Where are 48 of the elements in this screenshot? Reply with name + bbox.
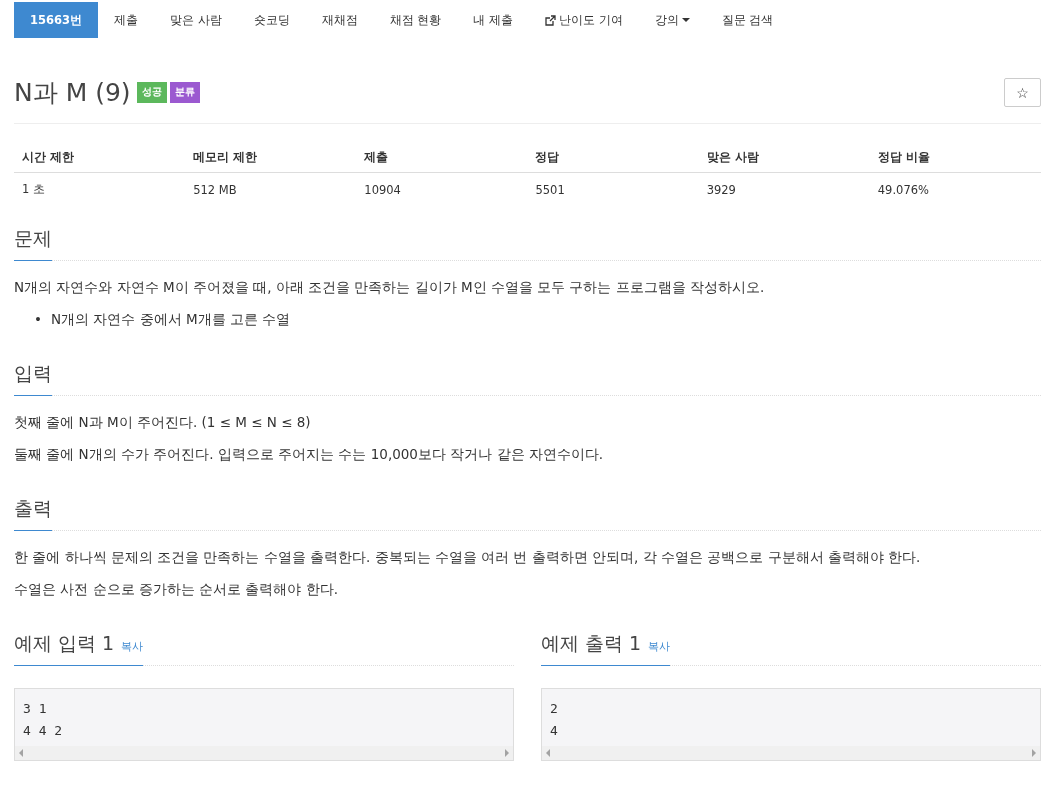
code-line: 2 <box>549 700 559 719</box>
table-cell: 5501 <box>527 172 699 206</box>
column-header: 메모리 제한 <box>185 143 357 173</box>
nav-tab[interactable]: 난이도 기여 <box>529 2 639 38</box>
code-line: 4 4 2 <box>22 722 64 741</box>
code-line: 4 <box>549 722 559 741</box>
horizontal-scrollbar[interactable] <box>15 746 513 761</box>
column-header: 제출 <box>356 143 528 173</box>
paragraph: 둘째 줄에 N개의 수가 주어진다. 입력으로 주어지는 수는 10,000보다 작거나 같은 자연수이다. <box>14 444 605 464</box>
star-button[interactable]: ☆ <box>1004 78 1041 107</box>
horizontal-scrollbar[interactable] <box>542 746 1040 761</box>
nav-tab[interactable]: 채점 현황 <box>373 2 458 38</box>
paragraph: 한 줄에 하나씩 문제의 조건을 만족하는 수열을 출력한다. 중복되는 수열을 여러 번 출력하면 안되며, 각 수열은 공백으로 구분해서 출력해야 한다. <box>14 548 922 568</box>
sample-title: 예제 출력 1 <box>541 631 642 657</box>
external-link-icon <box>545 14 556 26</box>
problem-title: N과 M (9) <box>14 77 131 109</box>
column-header: 맞은 사람 <box>698 143 870 173</box>
section-heading: 출력 <box>14 490 52 532</box>
section-heading: 입력 <box>14 355 52 397</box>
section-heading: 문제 <box>14 220 52 261</box>
nav-tab[interactable]: 제출 <box>98 2 154 38</box>
status-badge: 분류 <box>169 82 200 103</box>
nav-tab[interactable]: 강의 <box>638 2 706 38</box>
copy-link[interactable]: 복사 <box>648 639 671 655</box>
table-cell: 3929 <box>698 172 870 206</box>
column-header: 시간 제한 <box>14 143 186 173</box>
nav-tab[interactable]: 질문 검색 <box>705 2 790 38</box>
status-badge: 성공 <box>136 82 167 103</box>
list-bullet: • <box>34 309 42 329</box>
nav-tab[interactable]: 15663번 <box>14 2 98 38</box>
sample-title: 예제 입력 1 <box>14 631 115 657</box>
table-cell: 512 MB <box>185 172 357 206</box>
paragraph: 첫째 줄에 N과 M이 주어진다. (1 ≤ M ≤ N ≤ 8) <box>14 413 312 433</box>
copy-link[interactable]: 복사 <box>121 639 144 655</box>
list-item: N개의 자연수 중에서 M개를 고른 수열 <box>50 309 291 329</box>
table-cell: 10904 <box>356 172 528 206</box>
table-cell: 1 초 <box>14 172 186 206</box>
column-header: 정답 비율 <box>869 143 1041 173</box>
column-header: 정답 <box>527 143 699 173</box>
code-line: 3 1 <box>22 700 48 719</box>
nav-tab[interactable]: 내 제출 <box>457 2 529 38</box>
paragraph: N개의 자연수와 자연수 M이 주어졌을 때, 아래 조건을 만족하는 길이가 M인 수열을 모두 구하는 프로그램을 작성하시오. <box>14 278 766 297</box>
table-cell: 49.076% <box>869 172 1041 206</box>
nav-tab[interactable]: 숏코딩 <box>237 2 306 38</box>
nav-tab[interactable]: 재채점 <box>305 2 374 38</box>
caret-icon <box>681 18 690 22</box>
nav-tab[interactable]: 맞은 사람 <box>154 2 238 38</box>
paragraph: 수열은 사전 순으로 증가하는 순서로 출력해야 한다. <box>14 579 340 599</box>
